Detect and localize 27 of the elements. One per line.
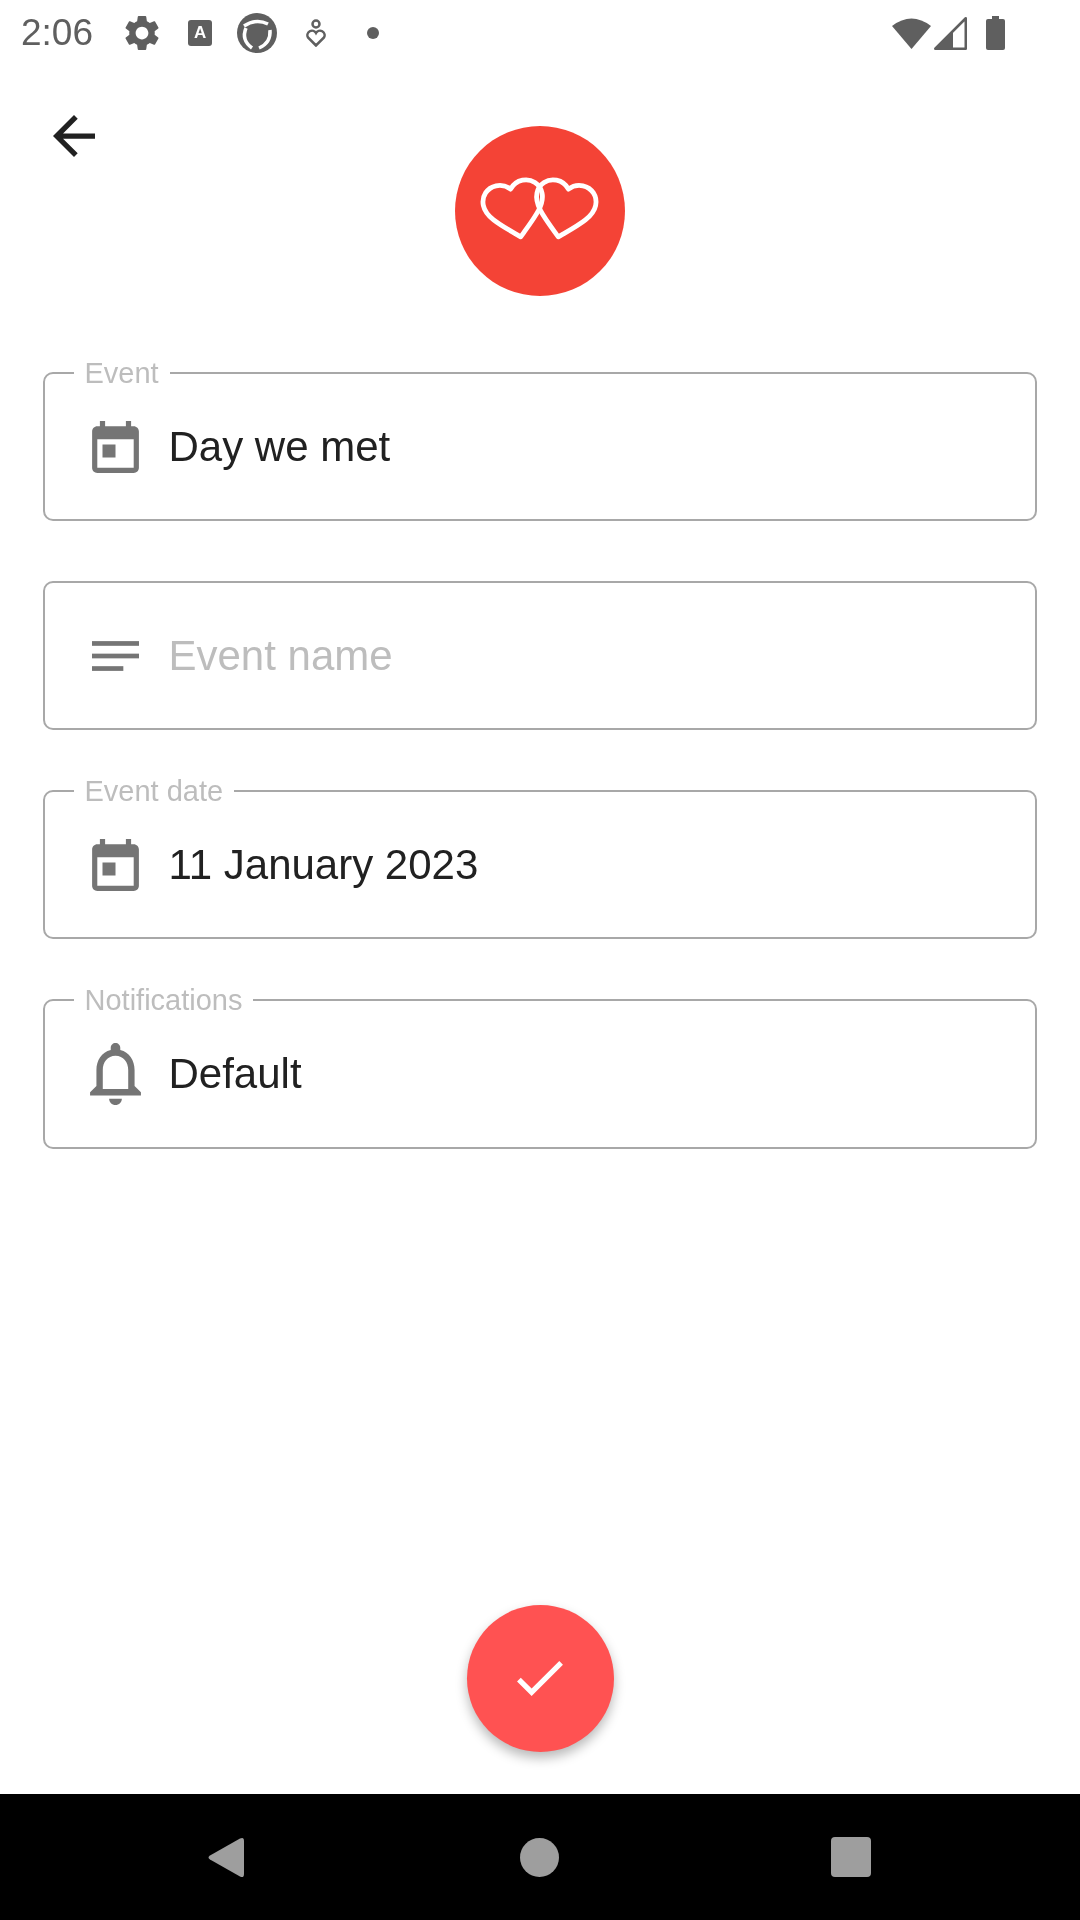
back-icon[interactable] [207,1835,244,1879]
letter-tile-icon: A [188,20,212,46]
wifi-icon [892,17,931,49]
event-type-input[interactable]: Day we met [168,419,1005,474]
hearts-logo-icon [455,126,625,296]
dot-icon [367,27,379,39]
calendar-icon [91,420,139,473]
battery-icon [986,16,1005,50]
save-button[interactable] [466,1605,614,1752]
bell-icon [88,1043,142,1105]
swirl-logo-icon [237,13,277,53]
person-heart-icon [305,19,327,47]
notifications-input[interactable]: Default [168,1047,1005,1101]
back-arrow-icon[interactable] [53,115,95,157]
text-lines-icon [91,640,139,671]
check-icon [517,1661,563,1696]
status-time: 2:06 [21,11,93,55]
cell-signal-icon [934,16,967,50]
calendar-icon [91,838,139,891]
settings-icon [125,16,159,50]
event-name-field[interactable]: Event name [43,581,1037,730]
field-label: Event [83,356,160,390]
event-date-input[interactable]: 11 January 2023 [168,837,1005,892]
field-label: Notifications [83,983,244,1018]
home-icon[interactable] [520,1837,559,1877]
field-label: Event date [83,774,225,808]
event-name-input[interactable]: Event name [168,628,1005,683]
